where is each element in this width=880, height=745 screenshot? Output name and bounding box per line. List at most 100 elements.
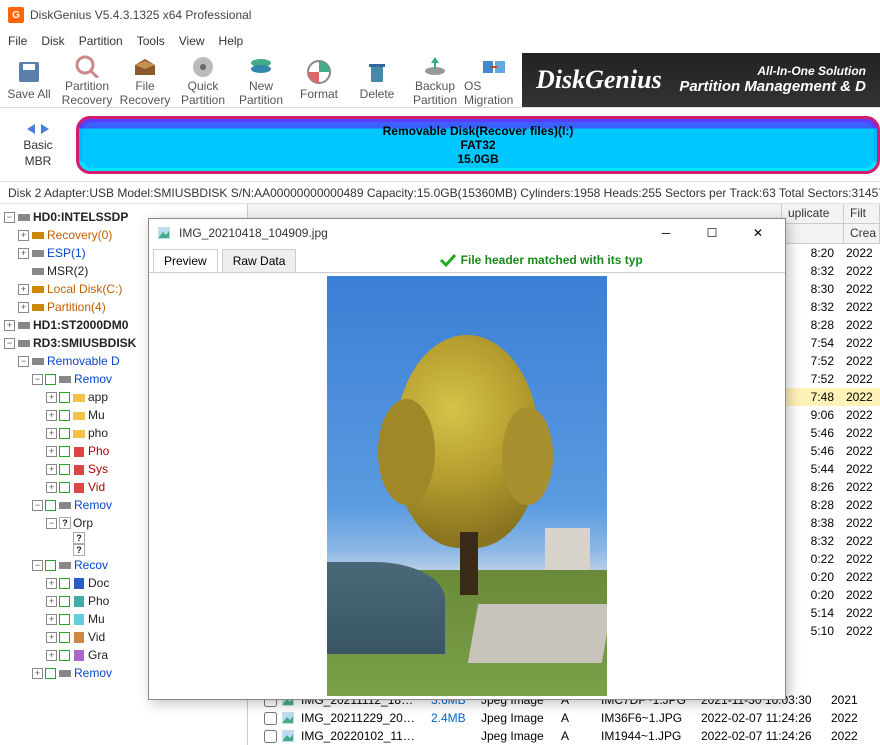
check-icon[interactable]	[59, 632, 70, 643]
minimize-button[interactable]: ─	[647, 220, 685, 246]
menu-partition[interactable]: Partition	[79, 34, 123, 48]
tree-removable[interactable]: Removable D	[47, 352, 120, 370]
expand-icon[interactable]: +	[46, 482, 57, 493]
tree-remov3[interactable]: Remov	[74, 664, 112, 682]
expand-icon[interactable]: +	[46, 464, 57, 475]
expand-icon[interactable]: −	[32, 374, 43, 385]
col-created[interactable]: Crea	[844, 224, 880, 243]
quick-partition-button[interactable]: Quick Partition	[174, 53, 232, 107]
check-icon[interactable]	[59, 392, 70, 403]
expand-icon[interactable]: −	[4, 338, 15, 349]
expand-icon[interactable]: +	[18, 248, 29, 259]
tree-pho2[interactable]: Pho	[88, 442, 109, 460]
tree-mu2[interactable]: Mu	[88, 610, 105, 628]
tree-partition4[interactable]: Partition(4)	[47, 298, 106, 316]
close-button[interactable]: ✕	[739, 220, 777, 246]
tree-sys[interactable]: Sys	[88, 460, 108, 478]
tree-msr[interactable]: MSR(2)	[47, 262, 88, 280]
tab-raw-data[interactable]: Raw Data	[222, 249, 297, 272]
expand-icon[interactable]: −	[46, 518, 57, 529]
row-checkbox[interactable]	[264, 712, 277, 725]
expand-icon[interactable]: −	[32, 560, 43, 571]
menu-view[interactable]: View	[179, 34, 205, 48]
new-partition-button[interactable]: New Partition	[232, 53, 290, 107]
expand-icon[interactable]: −	[18, 356, 29, 367]
expand-icon[interactable]: +	[46, 632, 57, 643]
magnifier-icon	[73, 53, 101, 78]
row-checkbox[interactable]	[264, 730, 277, 743]
tree-pho3[interactable]: Pho	[88, 592, 109, 610]
tree-hd1[interactable]: HD1:ST2000DM0	[33, 316, 128, 334]
tree-vid2[interactable]: Vid	[88, 628, 105, 646]
os-migration-button[interactable]: OS Migration	[464, 53, 522, 107]
check-icon[interactable]	[45, 500, 56, 511]
expand-icon[interactable]: +	[32, 668, 43, 679]
video-icon	[72, 630, 86, 644]
tree-esp[interactable]: ESP(1)	[47, 244, 86, 262]
menu-help[interactable]: Help	[219, 34, 244, 48]
expand-icon[interactable]: −	[32, 500, 43, 511]
check-icon[interactable]	[45, 668, 56, 679]
delete-button[interactable]: Delete	[348, 53, 406, 107]
prev-disk-icon[interactable]	[25, 122, 37, 136]
save-all-button[interactable]: Save All	[0, 53, 58, 107]
expand-icon[interactable]: +	[46, 614, 57, 625]
check-icon[interactable]	[59, 428, 70, 439]
maximize-button[interactable]: ☐	[693, 220, 731, 246]
expand-icon[interactable]: +	[46, 428, 57, 439]
tree-remov2[interactable]: Remov	[74, 496, 112, 514]
check-icon[interactable]	[59, 596, 70, 607]
tree-vid[interactable]: Vid	[88, 478, 105, 496]
menu-file[interactable]: File	[8, 34, 27, 48]
volume-icon	[31, 264, 45, 278]
check-icon[interactable]	[59, 650, 70, 661]
tree-hd0[interactable]: HD0:INTELSSDP	[33, 208, 128, 226]
expand-icon[interactable]: +	[18, 230, 29, 241]
expand-icon[interactable]: +	[4, 320, 15, 331]
check-icon[interactable]	[59, 446, 70, 457]
expand-icon[interactable]: +	[46, 392, 57, 403]
tree-rd3[interactable]: RD3:SMIUSBDISK	[33, 334, 136, 352]
check-icon[interactable]	[59, 410, 70, 421]
menu-disk[interactable]: Disk	[41, 34, 64, 48]
list-row[interactable]: IMG_20220102_11…Jpeg ImageAIM1944~1.JPG2…	[248, 727, 880, 745]
list-row[interactable]: IMG_20211229_20…2.4MBJpeg ImageAIM36F6~1…	[248, 709, 880, 727]
expand-icon[interactable]: +	[46, 578, 57, 589]
expand-icon[interactable]: +	[46, 650, 57, 661]
partition-bar[interactable]: Removable Disk(Recover files)(I:) FAT32 …	[76, 116, 880, 174]
format-button[interactable]: Format	[290, 53, 348, 107]
expand-icon[interactable]: +	[18, 284, 29, 295]
tree-recov[interactable]: Recov	[74, 556, 108, 574]
expand-icon[interactable]: +	[46, 410, 57, 421]
check-icon[interactable]	[45, 374, 56, 385]
partition-recovery-button[interactable]: Partition Recovery	[58, 53, 116, 107]
check-icon[interactable]	[59, 614, 70, 625]
expand-icon[interactable]: +	[46, 596, 57, 607]
check-icon[interactable]	[59, 482, 70, 493]
backup-partition-button[interactable]: Backup Partition	[406, 53, 464, 107]
tree-recovery[interactable]: Recovery(0)	[47, 226, 112, 244]
check-icon[interactable]	[45, 560, 56, 571]
col-filter[interactable]: Filt	[844, 204, 880, 223]
tree-mu[interactable]: Mu	[88, 406, 105, 424]
tree-pho[interactable]: pho	[88, 424, 108, 442]
expand-icon[interactable]: −	[4, 212, 15, 223]
tree-local-c[interactable]: Local Disk(C:)	[47, 280, 122, 298]
brand-banner: DiskGenius All-In-One Solution Partition…	[522, 53, 880, 107]
expand-icon[interactable]: +	[46, 446, 57, 457]
tree-doc[interactable]: Doc	[88, 574, 109, 592]
tree-app[interactable]: app	[88, 388, 108, 406]
file-recovery-button[interactable]: File Recovery	[116, 53, 174, 107]
orphan-icon[interactable]: ?	[73, 544, 85, 556]
expand-icon[interactable]: +	[18, 302, 29, 313]
tree-gra[interactable]: Gra	[88, 646, 108, 664]
orphan-icon[interactable]: ?	[59, 517, 71, 529]
preview-titlebar[interactable]: IMG_20210418_104909.jpg ─ ☐ ✕	[149, 219, 785, 247]
menu-tools[interactable]: Tools	[137, 34, 165, 48]
col-duplicate[interactable]: uplicate	[782, 204, 844, 223]
check-icon[interactable]	[59, 464, 70, 475]
tree-remov[interactable]: Remov	[74, 370, 112, 388]
next-disk-icon[interactable]	[39, 122, 51, 136]
check-icon[interactable]	[59, 578, 70, 589]
tab-preview[interactable]: Preview	[153, 249, 218, 272]
